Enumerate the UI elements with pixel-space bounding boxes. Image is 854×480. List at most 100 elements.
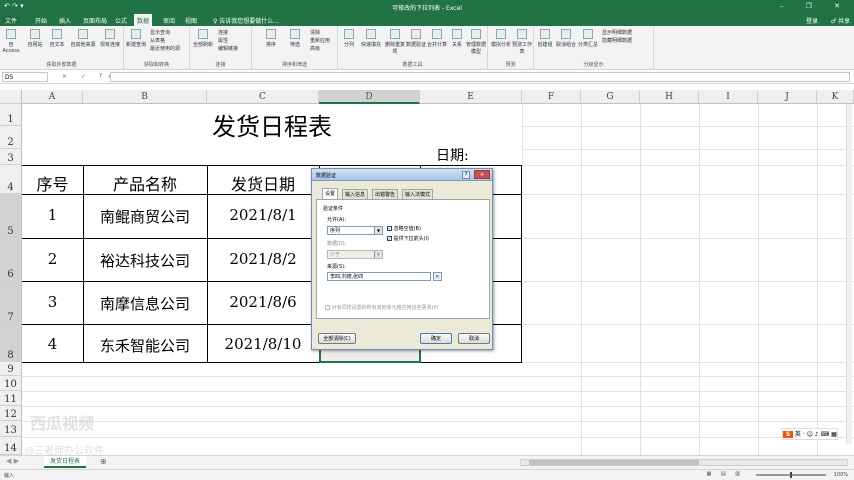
tab-error-alert[interactable]: 出错警告	[372, 189, 399, 199]
ignore-blank-checkbox[interactable]: ✓ 忽略空值(B)	[387, 225, 421, 232]
col-header-f[interactable]: F	[522, 90, 581, 104]
tab-insert[interactable]: 插入	[56, 16, 74, 25]
zoom-slider[interactable]	[756, 472, 826, 478]
what-if-analysis-button[interactable]: 模拟分析	[490, 29, 512, 48]
apply-all-checkbox[interactable]: 对有同样设置的所有其他单元格应用这些更改(P)	[325, 304, 439, 311]
add-sheet-icon[interactable]: ⊕	[100, 457, 107, 466]
connections-button[interactable]: 连接	[218, 29, 228, 36]
col-header-g[interactable]: G	[581, 90, 640, 104]
row-header-6[interactable]: 6	[0, 238, 22, 281]
group-button[interactable]: 创建组	[536, 29, 554, 48]
vertical-scrollbar[interactable]	[846, 104, 852, 444]
filter-button[interactable]: 筛选	[286, 29, 304, 48]
window-controls[interactable]: – ❐ ✕	[780, 2, 850, 10]
tab-view[interactable]: 视图	[182, 16, 200, 25]
edit-links-button[interactable]: 编辑链接	[218, 45, 238, 52]
cancel-button[interactable]: 取消	[458, 333, 490, 344]
tab-review[interactable]: 审阅	[160, 16, 178, 25]
tab-data[interactable]: 数据	[134, 14, 153, 26]
from-table-button[interactable]: 从表格	[150, 37, 165, 44]
ok-button[interactable]: 确定	[420, 333, 452, 344]
row-header-10[interactable]: 10	[0, 376, 22, 391]
text-to-columns-button[interactable]: 分列	[340, 29, 358, 48]
tell-me-search[interactable]: ♀ 告诉我您想要做什么...	[210, 16, 282, 25]
sort-icon	[266, 29, 276, 39]
reapply-button[interactable]: 重新应用	[310, 37, 330, 44]
col-header-h[interactable]: H	[640, 90, 699, 104]
scroll-thumb[interactable]	[529, 460, 699, 465]
row-header-1[interactable]: 1	[0, 104, 22, 126]
tab-page-layout[interactable]: 页面布局	[80, 16, 110, 25]
sort-button[interactable]: 排序	[262, 29, 280, 48]
row-header-3[interactable]: 3	[0, 149, 22, 165]
col-header-c[interactable]: C	[207, 90, 319, 104]
relationships-button[interactable]: 关系	[448, 29, 466, 48]
share-button[interactable]: ♂ 共享	[831, 16, 850, 25]
existing-connections-button[interactable]: 现有连接	[98, 29, 122, 48]
row-header-13[interactable]: 13	[0, 421, 22, 437]
tab-formulas[interactable]: 公式	[112, 16, 130, 25]
close-icon[interactable]: ✕	[474, 170, 490, 179]
col-header-e[interactable]: E	[420, 90, 522, 104]
flash-fill-button[interactable]: 快速填充	[360, 29, 382, 48]
range-select-icon[interactable]: ⇱	[433, 272, 442, 281]
row-header-2[interactable]: 2	[0, 126, 22, 149]
tab-settings[interactable]: 设置	[322, 188, 339, 199]
row-header-5[interactable]: 5	[0, 194, 22, 238]
help-icon[interactable]: ?	[462, 171, 470, 179]
ungroup-button[interactable]: 取消组合	[556, 29, 576, 48]
tab-file[interactable]: 文件	[2, 16, 21, 25]
manage-data-model-button[interactable]: 管理数据模型	[466, 29, 486, 55]
formula-input[interactable]	[110, 72, 850, 82]
forecast-sheet-button[interactable]: 预测工作表	[512, 29, 532, 55]
row-header-8[interactable]: 8	[0, 324, 22, 362]
row-header-9[interactable]: 9	[0, 362, 22, 376]
sheet-tab-active[interactable]: 发货日程表	[44, 456, 86, 468]
from-access-button[interactable]: 自 Access	[2, 29, 20, 54]
login-link[interactable]: 登录	[806, 16, 818, 25]
show-queries-button[interactable]: 显示查询	[150, 29, 170, 36]
sheet-nav-arrows-icon[interactable]: ◀ ▶	[6, 457, 19, 465]
recent-sources-button[interactable]: 最近使用的源	[150, 45, 180, 52]
view-buttons[interactable]: ▦ ▤ ▥	[707, 471, 744, 477]
row-header-12[interactable]: 12	[0, 406, 22, 421]
tab-input-message[interactable]: 输入信息	[342, 189, 369, 199]
tab-home[interactable]: 开始	[32, 16, 50, 25]
from-web-button[interactable]: 自网站	[26, 29, 44, 48]
zoom-level[interactable]: 100%	[834, 472, 848, 478]
new-query-button[interactable]: 新建查询	[126, 29, 146, 48]
horizontal-scrollbar[interactable]	[520, 459, 848, 466]
consolidate-button[interactable]: 合并计算	[426, 29, 448, 48]
name-box[interactable]: D5	[2, 72, 48, 82]
row-header-7[interactable]: 7	[0, 281, 22, 324]
tab-ime-mode[interactable]: 输入法模式	[402, 189, 434, 199]
clear-filter-button[interactable]: 清除	[310, 29, 320, 36]
col-header-i[interactable]: I	[699, 90, 758, 104]
data-validation-button[interactable]: 数据验证	[406, 29, 426, 48]
remove-duplicates-button[interactable]: 删除重复项	[384, 29, 406, 55]
show-detail-button[interactable]: 显示明细数据	[602, 29, 632, 36]
data-select[interactable]: 介于 ▼	[327, 250, 383, 259]
from-text-button[interactable]: 自文本	[48, 29, 66, 48]
zoom-thumb[interactable]	[790, 472, 792, 478]
from-other-sources-button[interactable]: 自其他来源	[70, 29, 96, 48]
hide-detail-button[interactable]: 隐藏明细数据	[602, 37, 632, 44]
row-header-4[interactable]: 4	[0, 165, 22, 194]
subtotal-button[interactable]: 分类汇总	[578, 29, 598, 48]
row-header-14[interactable]: 14	[0, 437, 22, 455]
row-header-11[interactable]: 11	[0, 391, 22, 406]
ime-toolbar[interactable]: S 英 · ☺ ♪ ⌨ ▦	[782, 428, 838, 440]
select-all-corner[interactable]	[0, 90, 22, 104]
properties-button[interactable]: 属性	[218, 37, 228, 44]
clear-all-button[interactable]: 全部清除(C)	[318, 333, 356, 344]
col-header-d[interactable]: D	[319, 90, 420, 104]
in-cell-dropdown-checkbox[interactable]: ✓ 提供下拉箭头(I)	[387, 235, 429, 242]
allow-select[interactable]: 序列 ▼	[327, 226, 383, 235]
source-input[interactable]: 李四,刘德,张四	[327, 272, 431, 281]
col-header-j[interactable]: J	[758, 90, 817, 104]
advanced-filter-button[interactable]: 高级	[310, 45, 320, 52]
col-header-b[interactable]: B	[83, 90, 207, 104]
col-header-k[interactable]: K	[817, 90, 854, 104]
col-header-a[interactable]: A	[22, 90, 83, 104]
refresh-all-button[interactable]: 全部刷新	[192, 29, 214, 48]
